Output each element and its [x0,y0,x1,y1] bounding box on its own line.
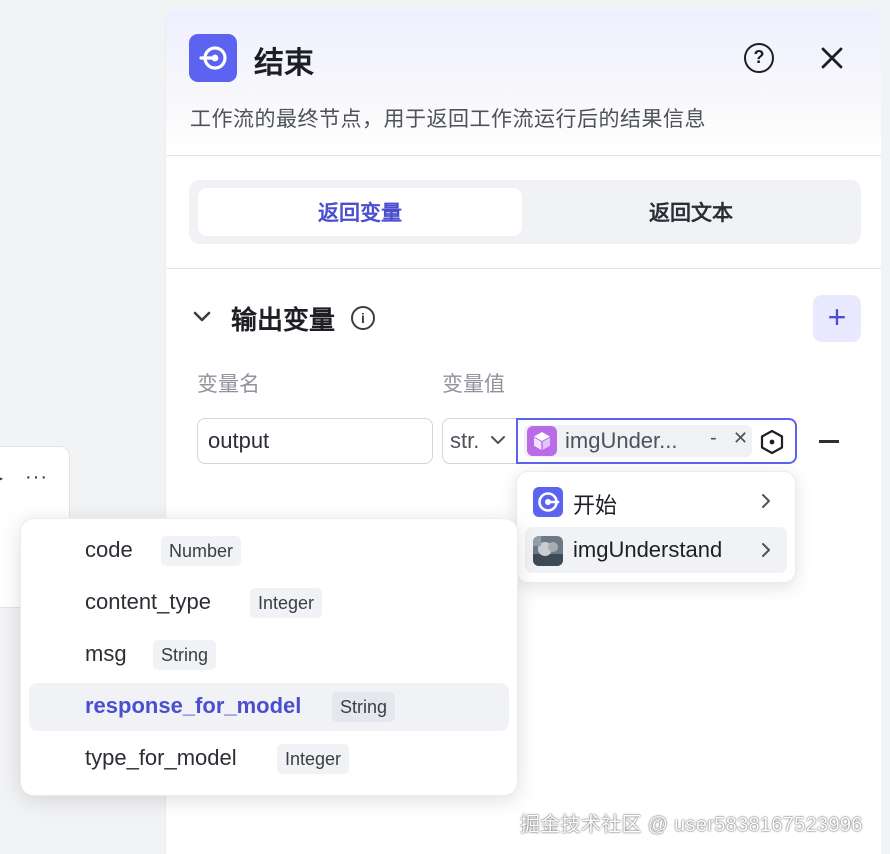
variable-type-value: str. [450,428,480,453]
variable-picker-icon[interactable] [759,429,785,455]
node-option-imgunderstand[interactable]: imgUnderstand [525,527,787,573]
field-option-selected[interactable]: response_for_model String [29,683,509,731]
field-type-badge: Integer [277,744,350,774]
question-circle-icon[interactable]: ? [744,43,774,73]
variable-type-select[interactable]: str. [442,418,518,464]
add-variable-button[interactable]: + [813,295,861,342]
watermark: 掘金技术社区 @ user5838167523996 [520,814,863,836]
field-selector-menu: code Number content_type Integer msg Str… [20,518,518,796]
return-mode-tabs: 返回变量 返回文本 [189,180,861,244]
remove-variable-button[interactable] [819,440,839,443]
tab-return-text[interactable]: 返回文本 [529,188,853,236]
end-node-icon [189,34,237,82]
variable-name-input[interactable]: output [197,418,433,464]
close-icon[interactable] [816,42,848,74]
variable-reference-separator: - [710,427,717,449]
field-type-badge: String [153,640,217,670]
start-node-icon [533,487,563,517]
chevron-right-icon [762,543,770,557]
node-option-start[interactable]: 开始 [525,478,787,524]
field-option[interactable]: msg String [29,631,509,679]
field-option-name: type_for_model [85,745,237,770]
more-options-icon[interactable]: ··· [25,467,48,487]
variable-reference-tag[interactable]: imgUnder... - ✕ [524,425,752,457]
node-option-label: 开始 [573,493,618,518]
output-section-title: 输出变量 [231,305,336,335]
column-label-name: 变量名 [197,373,260,396]
cube-icon [527,426,557,456]
field-option[interactable]: type_for_model Integer [29,735,509,783]
tab-return-variable[interactable]: 返回变量 [198,188,522,236]
field-type-badge: String [332,692,396,722]
field-option-name: content_type [85,589,211,614]
field-type-badge: Number [161,536,242,566]
close-icon[interactable]: ✕ [733,428,748,449]
chevron-down-icon[interactable] [191,306,213,328]
info-icon[interactable]: i [351,306,375,330]
node-selector-menu: 开始 imgUnderstand [516,471,796,583]
panel-header: 结束 ? 工作流的最终节点，用于返回工作流运行后的结果信息 [166,10,881,156]
field-option-name: response_for_model [85,693,302,718]
panel-title: 结束 [254,47,314,80]
field-option-name: code [85,537,133,562]
column-label-value: 变量值 [442,373,505,396]
chevron-right-icon [762,494,770,508]
connector-arrow-icon: ▸ [0,471,4,485]
field-option-name: msg [85,641,127,666]
section-divider [166,268,881,269]
field-option[interactable]: code Number [29,527,509,575]
field-option[interactable]: content_type Integer [29,579,509,627]
image-thumbnail-icon [533,536,563,566]
variable-value-field[interactable]: imgUnder... - ✕ [516,418,797,464]
chevron-down-icon [491,436,505,444]
panel-description: 工作流的最终节点，用于返回工作流运行后的结果信息 [190,108,706,131]
variable-reference-node: imgUnder... [565,428,678,453]
field-type-badge: Integer [250,588,323,618]
node-option-label: imgUnderstand [573,537,723,562]
